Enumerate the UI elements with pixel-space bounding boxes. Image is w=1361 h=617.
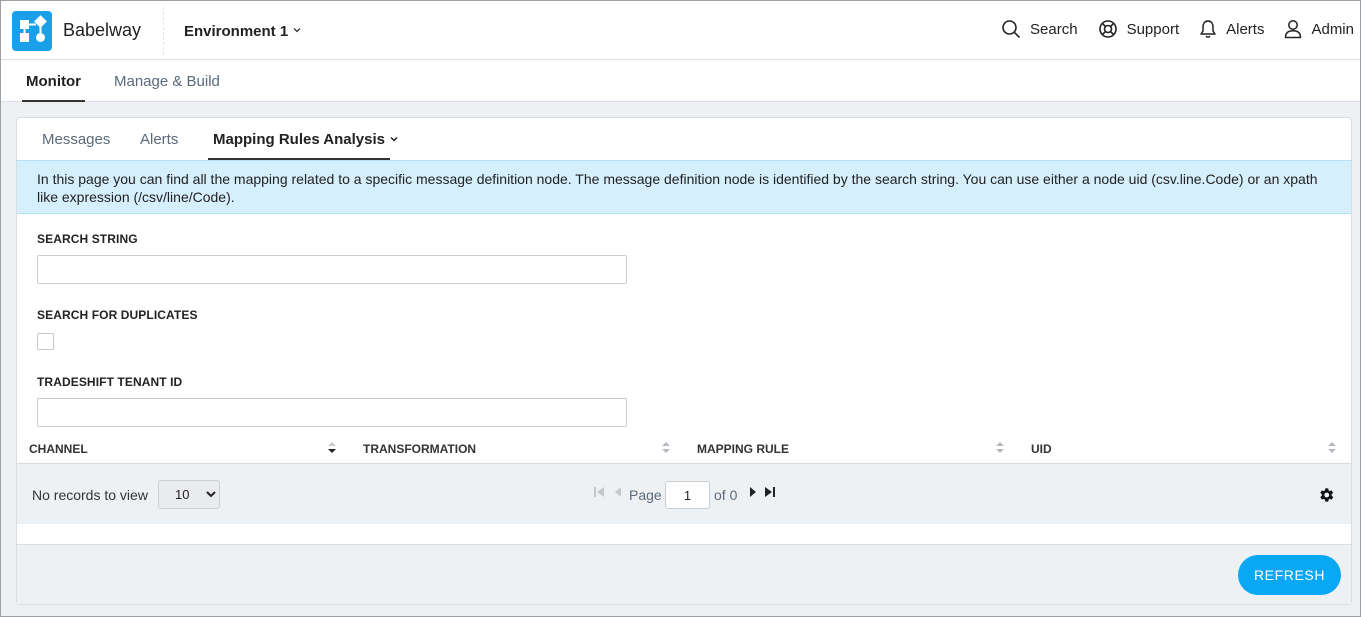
chevron-down-icon bbox=[292, 24, 302, 38]
search-label: Search bbox=[1030, 20, 1078, 38]
search-icon bbox=[1002, 20, 1021, 39]
first-page-icon[interactable] bbox=[593, 486, 605, 498]
last-page-icon[interactable] bbox=[764, 486, 776, 498]
lifebuoy-icon bbox=[1098, 20, 1117, 38]
tradeshift-tenant-input[interactable] bbox=[37, 398, 627, 427]
alerts-button[interactable]: Alerts bbox=[1199, 19, 1264, 39]
search-button[interactable]: Search bbox=[1001, 19, 1078, 39]
sort-icon[interactable] bbox=[1327, 440, 1337, 456]
tab-messages[interactable]: Messages bbox=[42, 131, 110, 148]
admin-label: Admin bbox=[1311, 20, 1354, 38]
tab-manage-build[interactable]: Manage & Build bbox=[114, 73, 220, 90]
tab-mapping-rules-label: Mapping Rules Analysis bbox=[213, 131, 385, 148]
card-footer: REFRESH bbox=[17, 544, 1351, 604]
babelway-logo-icon[interactable] bbox=[12, 11, 52, 51]
tab-alerts[interactable]: Alerts bbox=[140, 131, 178, 148]
info-banner: In this page you can find all the mappin… bbox=[17, 160, 1351, 214]
admin-button[interactable]: Admin bbox=[1284, 19, 1354, 39]
support-label: Support bbox=[1126, 20, 1180, 38]
page-size-select[interactable]: 10 bbox=[158, 480, 220, 509]
previous-page-icon[interactable] bbox=[613, 486, 623, 498]
pager: No records to view 10 Page of 0 bbox=[17, 464, 1351, 524]
chevron-down-icon bbox=[389, 135, 399, 147]
column-header-mapping-rule[interactable]: MAPPING RULE bbox=[697, 442, 789, 456]
support-button[interactable]: Support bbox=[1098, 19, 1180, 39]
search-string-input[interactable] bbox=[37, 255, 627, 284]
column-header-channel[interactable]: CHANNEL bbox=[29, 442, 88, 456]
bell-icon bbox=[1200, 20, 1216, 38]
environment-label: Environment 1 bbox=[184, 23, 289, 40]
grid-header: CHANNEL TRANSFORMATION MAPPING RULE UID bbox=[17, 436, 1351, 464]
brand-divider bbox=[163, 7, 164, 55]
column-header-transformation[interactable]: TRANSFORMATION bbox=[363, 442, 476, 456]
sort-desc-icon[interactable] bbox=[327, 440, 337, 456]
search-duplicates-label: SEARCH FOR DUPLICATES bbox=[37, 308, 198, 322]
search-duplicates-checkbox[interactable] bbox=[37, 333, 54, 350]
tradeshift-tenant-label: TRADESHIFT TENANT ID bbox=[37, 375, 183, 389]
refresh-button[interactable]: REFRESH bbox=[1238, 555, 1341, 595]
sort-icon[interactable] bbox=[661, 440, 671, 456]
sub-tabs: Messages Alerts Mapping Rules Analysis bbox=[17, 118, 1351, 160]
next-page-icon[interactable] bbox=[748, 486, 758, 498]
alerts-label: Alerts bbox=[1226, 20, 1265, 38]
brand-name: Babelway bbox=[63, 20, 142, 40]
column-header-uid[interactable]: UID bbox=[1031, 442, 1052, 456]
top-actions: Search Support Alerts Admin bbox=[981, 19, 1354, 39]
top-bar: Babelway Environment 1 Search Support Al… bbox=[1, 1, 1360, 60]
tab-monitor[interactable]: Monitor bbox=[26, 73, 81, 90]
main-nav: Monitor Manage & Build bbox=[1, 61, 1360, 102]
page-number-input[interactable] bbox=[665, 481, 710, 509]
content-card: Messages Alerts Mapping Rules Analysis I… bbox=[16, 117, 1352, 605]
no-records-text: No records to view bbox=[32, 487, 148, 503]
tab-mapping-rules-analysis[interactable]: Mapping Rules Analysis bbox=[213, 131, 399, 148]
gear-icon[interactable] bbox=[1317, 486, 1335, 504]
page-label: Page bbox=[629, 487, 662, 503]
user-icon bbox=[1285, 20, 1302, 39]
sort-icon[interactable] bbox=[995, 440, 1005, 456]
page-count-label: of 0 bbox=[714, 487, 738, 503]
search-string-label: SEARCH STRING bbox=[37, 232, 138, 246]
environment-selector[interactable]: Environment 1 bbox=[184, 23, 302, 40]
